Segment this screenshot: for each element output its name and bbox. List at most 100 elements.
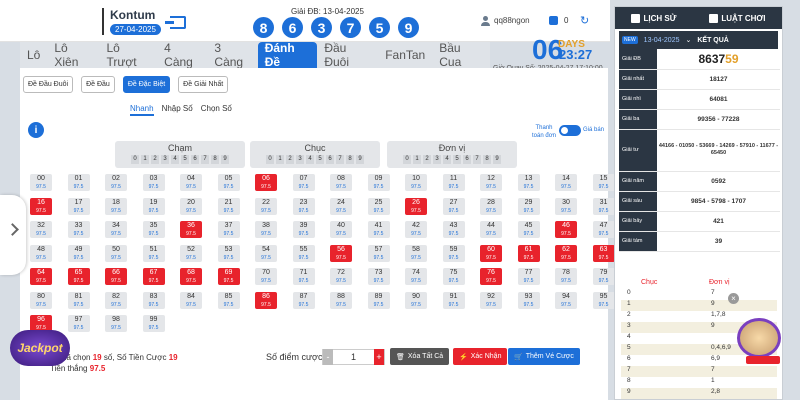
- number-cell[interactable]: 64 97.5: [30, 268, 52, 285]
- number-cell[interactable]: 13 97.5: [517, 174, 540, 191]
- number-cell[interactable]: 07 97.5: [292, 174, 315, 191]
- price-mode-toggle[interactable]: [559, 125, 581, 136]
- number-cell[interactable]: 98 97.5: [105, 315, 127, 332]
- confirm-button[interactable]: ⚡ Xác Nhận: [453, 348, 508, 365]
- number-cell[interactable]: 32 97.5: [30, 221, 52, 238]
- filter-digit[interactable]: 7: [201, 155, 209, 164]
- number-cell[interactable]: 29 97.5: [517, 197, 540, 215]
- filter-digit[interactable]: 4: [171, 155, 179, 164]
- number-cell[interactable]: 91 97.5: [442, 291, 465, 309]
- number-cell[interactable]: 95 97.5: [592, 291, 615, 309]
- number-cell[interactable]: 85 97.5: [217, 291, 240, 309]
- number-cell[interactable]: 62 97.5: [555, 244, 577, 262]
- rules-button[interactable]: LUẬT CHƠI: [709, 13, 765, 23]
- filter-digit[interactable]: 8: [483, 155, 491, 164]
- number-cell[interactable]: 08 97.5: [330, 174, 352, 191]
- number-cell[interactable]: 81 97.5: [67, 291, 90, 309]
- filter-digit[interactable]: 6: [326, 155, 334, 164]
- number-cell[interactable]: 72 97.5: [330, 268, 352, 285]
- number-cell[interactable]: 03 97.5: [142, 174, 165, 191]
- tab-bau-cua[interactable]: Bầu Cua: [432, 41, 490, 69]
- mode-nhap-so[interactable]: Nhập Số: [162, 104, 193, 116]
- number-cell[interactable]: 89 97.5: [367, 291, 390, 309]
- number-cell[interactable]: 35 97.5: [142, 221, 165, 238]
- number-cell[interactable]: 77 97.5: [517, 268, 540, 285]
- number-cell[interactable]: 50 97.5: [105, 244, 127, 262]
- number-cell[interactable]: 49 97.5: [67, 244, 90, 262]
- tab-lo-xien[interactable]: Lô Xiên: [47, 41, 99, 69]
- number-cell[interactable]: 74 97.5: [405, 268, 427, 285]
- number-cell[interactable]: 04 97.5: [180, 174, 202, 191]
- filter-digit[interactable]: 5: [181, 155, 189, 164]
- number-cell[interactable]: 71 97.5: [292, 268, 315, 285]
- promo-orb-icon[interactable]: [737, 318, 781, 358]
- number-cell[interactable]: 01 97.5: [67, 174, 90, 191]
- filter-digit[interactable]: 6: [191, 155, 199, 164]
- number-cell[interactable]: 68 97.5: [180, 268, 202, 285]
- filter-digit[interactable]: 4: [443, 155, 451, 164]
- number-cell[interactable]: 73 97.5: [367, 268, 390, 285]
- filter-digit[interactable]: 2: [286, 155, 294, 164]
- filter-digit[interactable]: 7: [336, 155, 344, 164]
- number-cell[interactable]: 99 97.5: [142, 315, 165, 332]
- number-cell[interactable]: 18 97.5: [105, 197, 127, 215]
- number-cell[interactable]: 82 97.5: [105, 291, 127, 309]
- number-cell[interactable]: 06 97.5: [255, 174, 277, 191]
- filter-digit[interactable]: 1: [276, 155, 284, 164]
- info-icon[interactable]: i: [28, 122, 44, 138]
- number-cell[interactable]: 28 97.5: [480, 197, 502, 215]
- close-icon[interactable]: ×: [728, 293, 739, 304]
- decrease-button[interactable]: -: [323, 349, 333, 365]
- number-cell[interactable]: 46 97.5: [555, 221, 577, 238]
- number-cell[interactable]: 20 97.5: [180, 197, 202, 215]
- number-cell[interactable]: 61 97.5: [517, 244, 540, 262]
- number-cell[interactable]: 51 97.5: [142, 244, 165, 262]
- number-cell[interactable]: 53 97.5: [217, 244, 240, 262]
- number-cell[interactable]: 54 97.5: [255, 244, 277, 262]
- clear-all-button[interactable]: 🗑 Xóa Tất Cả: [390, 348, 450, 365]
- number-cell[interactable]: 39 97.5: [292, 221, 315, 238]
- number-cell[interactable]: 56 97.5: [330, 244, 352, 262]
- filter-digit[interactable]: 8: [211, 155, 219, 164]
- number-cell[interactable]: 90 97.5: [405, 291, 427, 309]
- filter-digit[interactable]: 7: [473, 155, 481, 164]
- tab-4-cang[interactable]: 4 Càng: [157, 41, 207, 69]
- number-cell[interactable]: 86 97.5: [255, 291, 277, 309]
- number-cell[interactable]: 63 97.5: [592, 244, 615, 262]
- number-cell[interactable]: 66 97.5: [105, 268, 127, 285]
- tab-3-cang[interactable]: 3 Càng: [207, 41, 257, 69]
- add-ticket-button[interactable]: 🛒 Thêm Vé Cược: [508, 348, 580, 365]
- number-cell[interactable]: 14 97.5: [555, 174, 577, 191]
- number-cell[interactable]: 42 97.5: [405, 221, 427, 238]
- number-cell[interactable]: 30 97.5: [555, 197, 577, 215]
- points-input[interactable]: 1: [333, 352, 374, 362]
- filter-digit[interactable]: 9: [221, 155, 229, 164]
- number-cell[interactable]: 02 97.5: [105, 174, 127, 191]
- number-cell[interactable]: 40 97.5: [330, 221, 352, 238]
- tab-danh-de[interactable]: Đánh Đề: [257, 41, 318, 69]
- filter-digit[interactable]: 5: [453, 155, 461, 164]
- number-cell[interactable]: 87 97.5: [292, 291, 315, 309]
- tab-dau-duoi[interactable]: Đầu Đuôi: [317, 41, 378, 69]
- side-drawer-handle[interactable]: [0, 195, 26, 275]
- refresh-icon[interactable]: ↻: [580, 14, 589, 27]
- filter-digit[interactable]: 5: [316, 155, 324, 164]
- number-cell[interactable]: 94 97.5: [555, 291, 577, 309]
- number-cell[interactable]: 58 97.5: [405, 244, 427, 262]
- tab-lo[interactable]: Lô: [20, 42, 47, 68]
- number-cell[interactable]: 25 97.5: [367, 197, 390, 215]
- number-cell[interactable]: 75 97.5: [442, 268, 465, 285]
- number-cell[interactable]: 83 97.5: [142, 291, 165, 309]
- subtab-de-giai-nhat[interactable]: Đề Giải Nhất: [178, 76, 229, 93]
- number-cell[interactable]: 76 97.5: [480, 268, 502, 285]
- number-cell[interactable]: 45 97.5: [517, 221, 540, 238]
- chevron-down-icon[interactable]: ⌄: [685, 36, 691, 44]
- number-cell[interactable]: 33 97.5: [67, 221, 90, 238]
- filter-digit[interactable]: 1: [141, 155, 149, 164]
- number-cell[interactable]: 22 97.5: [255, 197, 277, 215]
- filter-digit[interactable]: 3: [433, 155, 441, 164]
- number-cell[interactable]: 69 97.5: [217, 268, 240, 285]
- number-cell[interactable]: 79 97.5: [592, 268, 615, 285]
- number-cell[interactable]: 93 97.5: [517, 291, 540, 309]
- filter-digit[interactable]: 3: [161, 155, 169, 164]
